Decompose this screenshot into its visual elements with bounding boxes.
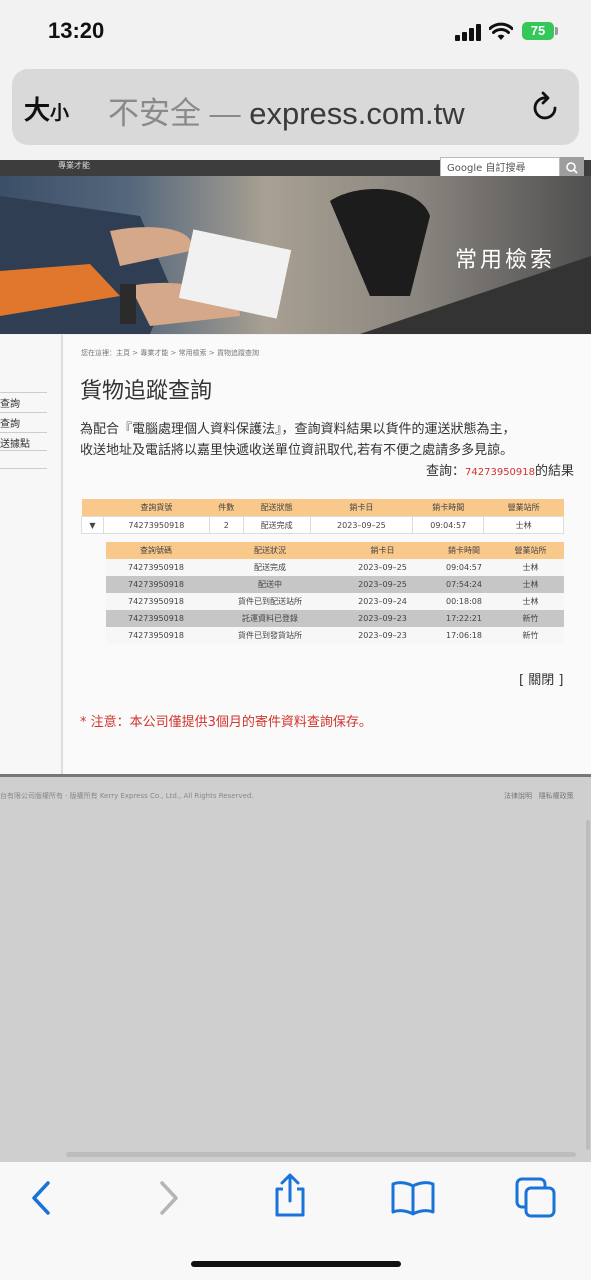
cell-number: 74273950918: [106, 593, 206, 610]
breadcrumb: 您在這裡：主頁 > 專業才能 > 常用檢索 > 貨物追蹤查詢: [81, 349, 259, 357]
cell-station: 新竹: [497, 627, 564, 644]
summary-table: 查詢貨號 件數 配送狀態 銷卡日 銷卡時間 營業站所 ▼ 74273950918…: [81, 499, 564, 534]
sidebar-item-1[interactable]: 查詢: [0, 392, 47, 410]
cell-station: 士林: [483, 516, 564, 534]
footer-links: 法律說明 隱私權政策: [504, 791, 574, 801]
cell-status: 配送完成: [206, 559, 334, 576]
table-row: 74273950918 貨件已到發貨站所 2023–09–23 17:06:18…: [106, 627, 564, 644]
share-icon[interactable]: [271, 1172, 309, 1218]
cell-station: 士林: [497, 576, 564, 593]
bookmarks-icon[interactable]: [390, 1180, 436, 1216]
cellular-icon: [455, 24, 481, 41]
query-result-label: 查詢：74273950918的結果: [426, 460, 574, 479]
cell-status: 託運資料已登錄: [206, 610, 334, 627]
horizontal-scrollbar[interactable]: [66, 1152, 576, 1157]
cell-date: 2023–09–25: [334, 576, 431, 593]
table-row: 74273950918 配送中 2023–09–25 07:54:24 士林: [106, 576, 564, 593]
cell-date: 2023–09–23: [334, 627, 431, 644]
cell-date: 2023–09–25: [334, 559, 431, 576]
cell-time: 17:06:18: [431, 627, 497, 644]
status-time: 13:20: [48, 18, 105, 43]
cell-time: 09:04:57: [431, 559, 497, 576]
header-cell: [81, 499, 104, 517]
header-cell: 營業站所: [497, 542, 564, 559]
detail-header-row: 查詢號碼 配送狀況 銷卡日 銷卡時間 營業站所: [106, 542, 564, 559]
tabs-icon[interactable]: [514, 1176, 558, 1220]
cell-time: 17:22:21: [431, 610, 497, 627]
home-indicator[interactable]: [191, 1261, 401, 1267]
wifi-icon: [489, 22, 513, 40]
header-cell: 配送狀況: [206, 542, 334, 559]
footer-copyright: 台有限公司版權所有 · 版權所有 Kerry Express Co., Ltd.…: [0, 792, 254, 800]
header-cell: 配送狀態: [243, 499, 311, 517]
vertical-scrollbar[interactable]: [586, 820, 590, 1150]
text-size-button[interactable]: 大小: [24, 90, 69, 127]
cell-number: 74273950918: [106, 610, 206, 627]
detail-table: 查詢號碼 配送狀況 銷卡日 銷卡時間 營業站所 74273950918 配送完成…: [106, 542, 564, 644]
cell-date: 2023–09–24: [334, 593, 431, 610]
page-title: 貨物追蹤查詢: [80, 379, 213, 404]
cell-status: 配送中: [206, 576, 334, 593]
cell-status: 貨件已到配送站所: [206, 593, 334, 610]
sidebar-item-2[interactable]: 查詢: [0, 412, 47, 430]
footer-link-privacy[interactable]: 隱私權政策: [539, 792, 574, 800]
summary-row: ▼ 74273950918 2 配送完成 2023–09–25 09:04:57…: [81, 516, 564, 534]
hero-title: 常用檢索: [455, 248, 556, 273]
url-domain: express.com.tw: [249, 96, 465, 131]
topnav-link[interactable]: 專業才能: [58, 160, 90, 171]
cell-time: 07:54:24: [431, 576, 497, 593]
header-cell: 銷卡時間: [412, 499, 484, 517]
footer-link-legal[interactable]: 法律說明: [504, 792, 532, 800]
battery-nub: [555, 27, 558, 35]
cell-number: 74273950918: [106, 559, 206, 576]
sidebar-divider: [0, 450, 47, 451]
header-cell: 銷卡日: [334, 542, 431, 559]
table-row: 74273950918 配送完成 2023–09–25 09:04:57 士林: [106, 559, 564, 576]
back-icon[interactable]: [28, 1180, 54, 1216]
triangle-down-icon: ▼: [89, 520, 96, 530]
sidebar-divider: [0, 468, 47, 469]
insecure-label: 不安全 —: [108, 96, 241, 131]
expand-toggle[interactable]: ▼: [81, 516, 104, 534]
cell-number: 74273950918: [106, 576, 206, 593]
cell-time: 00:18:08: [431, 593, 497, 610]
page-footer: [0, 777, 591, 1162]
cell-count: 2: [208, 516, 244, 534]
table-row: 74273950918 託運資料已登錄 2023–09–23 17:22:21 …: [106, 610, 564, 627]
header-cell: 銷卡日: [310, 499, 413, 517]
result-suffix: 的結果: [535, 464, 575, 479]
cell-number: 74273950918: [106, 627, 206, 644]
close-link[interactable]: [ 關閉 ]: [519, 669, 563, 688]
notice-line-2: 收送地址及電話將以嘉里快遞收送單位資訊取代,若有不便之處請多多見諒。: [80, 443, 514, 458]
sidebar-item-3[interactable]: 送據點: [0, 432, 47, 450]
cell-station: 新竹: [497, 610, 564, 627]
forward-icon[interactable]: [156, 1180, 182, 1216]
url-field[interactable]: 不安全 — express.com.tw: [108, 88, 465, 133]
cell-date: 2023–09–25: [309, 516, 414, 534]
cell-date: 2023–09–23: [334, 610, 431, 627]
result-number: 74273950918: [465, 467, 536, 478]
cell-station: 士林: [497, 593, 564, 610]
text-size-small: 小: [50, 103, 70, 124]
summary-header-row: 查詢貨號 件數 配送狀態 銷卡日 銷卡時間 營業站所: [81, 499, 564, 517]
cell-number: 74273950918: [102, 516, 210, 534]
retention-warning: * 注意：本公司僅提供3個月的寄件資料查詢保存。: [80, 715, 372, 730]
header-cell: 營業站所: [483, 499, 564, 517]
result-prefix: 查詢：: [426, 464, 466, 479]
header-cell: 銷卡時間: [431, 542, 497, 559]
battery-icon: 75: [522, 22, 554, 40]
header-cell: 件數: [209, 499, 244, 517]
header-cell: 查詢號碼: [106, 542, 206, 559]
cell-time: 09:04:57: [412, 516, 485, 534]
cell-station: 士林: [497, 559, 564, 576]
cell-status: 配送完成: [242, 516, 311, 534]
text-size-large: 大: [24, 95, 51, 125]
header-cell: 查詢貨號: [103, 499, 210, 517]
cell-status: 貨件已到發貨站所: [206, 627, 334, 644]
reload-icon[interactable]: [531, 90, 561, 122]
notice-line-1: 為配合『電腦處理個人資料保護法』，查詢資料結果以貨件的運送狀態為主，: [80, 422, 516, 437]
table-row: 74273950918 貨件已到配送站所 2023–09–24 00:18:08…: [106, 593, 564, 610]
